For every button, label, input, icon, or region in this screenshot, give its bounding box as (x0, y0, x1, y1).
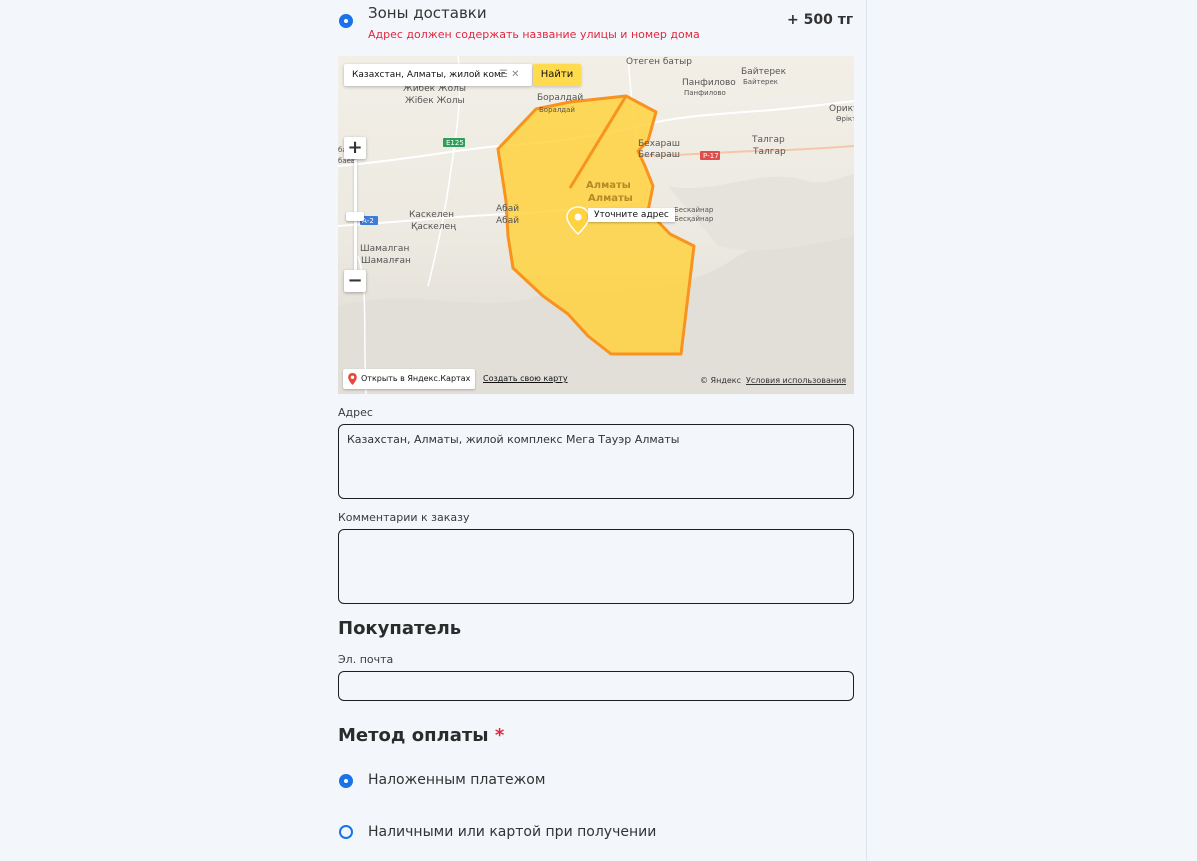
map-search-clear-icon[interactable]: ☰ ✕ (499, 69, 520, 80)
map-place-kaskelen: Каскелен (409, 210, 454, 220)
payment-option-on-receipt-radio[interactable] (339, 825, 353, 839)
payment-option-cod-label[interactable]: Наложенным платежом (368, 772, 545, 788)
map-place-almaty: Алматы (586, 180, 631, 191)
map-place-abai: Абай (496, 204, 520, 214)
email-field[interactable] (338, 671, 854, 701)
map-place-talgar: Талгар (752, 135, 785, 145)
payment-option-on-receipt-label[interactable]: Наличными или картой при получении (368, 824, 656, 840)
map-place-shamalgan-kz: Шамалған (361, 256, 411, 266)
map-place-zhibek-kz: Жібек Жолы (405, 96, 465, 106)
comment-label: Комментарии к заказу (338, 511, 470, 524)
delivery-zone-warning: Адрес должен содержать название улицы и … (368, 28, 700, 41)
map-create-link[interactable]: Создать свою карту (483, 374, 568, 383)
map-zoom-out-button[interactable]: − (344, 270, 366, 292)
map-place-baiterek: Байтерек (741, 67, 787, 77)
map-place-shamalgan: Шамалган (360, 244, 410, 254)
map-place-orikti: Ориктi (829, 104, 854, 114)
map-badge-p17: Р-17 (703, 152, 719, 160)
delivery-map[interactable]: Жибек Жолы Жібек Жолы Боралдай Боралдай … (338, 56, 854, 394)
delivery-zone-price: + 500 тг (787, 12, 854, 28)
map-zoom-in-button[interactable]: + (344, 137, 366, 159)
map-find-button[interactable]: Найти (533, 64, 581, 86)
map-place-abai-kz: Абай (496, 216, 520, 226)
map-place-beregash: Бехараш (638, 139, 681, 149)
map-place-almaty-kz: Алматы (588, 193, 633, 204)
address-textarea[interactable]: Казахстан, Алматы, жилой комплекс Мега Т… (338, 424, 854, 499)
map-terms-link[interactable]: Условия использования (746, 376, 846, 385)
map-place-panfilovo-kz: Панфилово (684, 89, 726, 97)
payment-title: Метод оплаты * (338, 725, 504, 746)
map-place-beskainar-kz: Бесқайнар (674, 215, 714, 223)
payment-option-cod-radio[interactable] (339, 774, 353, 788)
map-place-baiterek-kz: Байтерек (743, 78, 779, 86)
map-place-orikti-kz: Өріктi (836, 115, 854, 123)
location-pin-icon (348, 373, 357, 385)
map-badge-e125: E125 (446, 139, 464, 147)
delivery-zone-radio[interactable] (339, 14, 353, 28)
payment-title-text: Метод оплаты (338, 725, 489, 746)
map-open-yandex-button[interactable]: Открыть в Яндекс.Картах (343, 369, 476, 389)
map-place-talgar-kz: Талгар (753, 147, 786, 157)
map-place-beskainar: Бескайнар (674, 206, 714, 214)
delivery-zone-title[interactable]: Зоны доставки (368, 4, 487, 22)
email-label: Эл. почта (338, 653, 394, 666)
map-place-panfilovo: Панфилово (682, 78, 736, 88)
map-place-kaskelen-kz: Қаскелең (411, 222, 457, 232)
map-place-boralday-kz: Боралдай (539, 106, 575, 114)
map-copyright: © Яндекс (700, 376, 742, 385)
content-divider (866, 0, 867, 861)
map-place-beregash-kz: Беғараш (638, 150, 681, 160)
map-zoom-handle[interactable] (346, 212, 364, 221)
map-pin-label: Уточните адрес (588, 208, 675, 222)
address-label: Адрес (338, 406, 373, 419)
buyer-title: Покупатель (338, 618, 462, 639)
map-place-otegen: Отеген батыр (626, 57, 693, 67)
map-open-yandex-label: Открыть в Яндекс.Картах (361, 374, 471, 383)
comment-textarea[interactable] (338, 529, 854, 604)
map-place-boralday: Боралдай (537, 93, 584, 103)
required-mark: * (494, 725, 505, 746)
